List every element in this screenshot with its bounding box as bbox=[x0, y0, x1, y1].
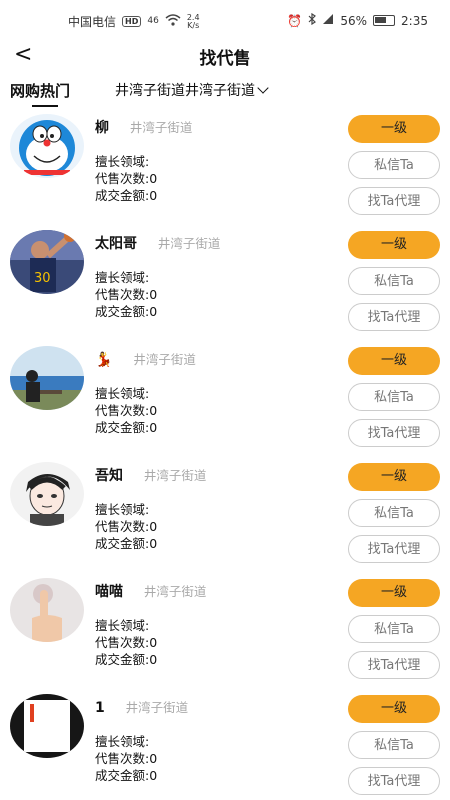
avatar[interactable] bbox=[10, 346, 84, 410]
agent-area: 井湾子街道 bbox=[125, 700, 189, 715]
agent-name: 💃 bbox=[95, 352, 113, 368]
message-button[interactable]: 私信Ta bbox=[348, 151, 440, 179]
avatar[interactable] bbox=[10, 114, 84, 178]
agent-card[interactable]: 💃 井湾子街道 擅长领域: 代售次数:0 成交金额:0 一级 私信Ta 找Ta代… bbox=[0, 340, 450, 456]
level-button[interactable]: 一级 bbox=[348, 579, 440, 607]
sales-count-row: 代售次数:0 bbox=[95, 171, 158, 186]
battery-icon bbox=[373, 15, 396, 26]
deal-amount-row: 成交金额:0 bbox=[95, 536, 158, 551]
carrier-label: 中国电信 bbox=[68, 15, 117, 29]
tab-hot-shopping[interactable]: 网购热门 bbox=[10, 80, 70, 101]
agent-name: 吾知 bbox=[95, 468, 123, 484]
filter-bar: 网购热门 井湾子街道井湾子街道 bbox=[0, 80, 450, 108]
level-button[interactable]: 一级 bbox=[348, 463, 440, 491]
expertise-label: 擅长领域: bbox=[95, 386, 150, 401]
find-agent-button[interactable]: 找Ta代理 bbox=[348, 651, 440, 679]
agent-area: 井湾子街道 bbox=[133, 352, 196, 367]
agent-card[interactable]: 30 太阳哥 井湾子街道 擅长领域: 代售次数:0 成交金额:0 一级 私信Ta… bbox=[0, 224, 450, 340]
status-bar: 中国电信 HD 46 2.4 K/s ⏰ 56% 2:35 bbox=[0, 0, 450, 40]
hd-icon: HD bbox=[122, 16, 142, 27]
message-button[interactable]: 私信Ta bbox=[348, 383, 440, 411]
agent-card[interactable]: 吾知 井湾子街道 擅长领域: 代售次数:0 成交金额:0 一级 私信Ta 找Ta… bbox=[0, 456, 450, 572]
agent-area: 井湾子街道 bbox=[129, 120, 193, 135]
message-button[interactable]: 私信Ta bbox=[348, 267, 440, 295]
clock: 2:35 bbox=[401, 13, 428, 28]
deal-amount-row: 成交金额:0 bbox=[95, 420, 158, 435]
find-agent-button[interactable]: 找Ta代理 bbox=[348, 535, 440, 563]
agent-name-row: 💃 井湾子街道 bbox=[95, 349, 196, 368]
agent-card[interactable]: 喵喵 井湾子街道 擅长领域: 代售次数:0 成交金额:0 一级 私信Ta 找Ta… bbox=[0, 572, 450, 688]
sales-count-row: 代售次数:0 bbox=[95, 635, 158, 650]
deal-amount-row: 成交金额:0 bbox=[95, 188, 158, 203]
tab-indicator bbox=[32, 105, 58, 107]
deal-amount-row: 成交金额:0 bbox=[95, 304, 158, 319]
agent-area: 井湾子街道 bbox=[143, 468, 207, 483]
expertise-label: 擅长领域: bbox=[95, 154, 150, 169]
location-selector[interactable]: 井湾子街道井湾子街道 bbox=[115, 80, 269, 100]
find-agent-button[interactable]: 找Ta代理 bbox=[348, 187, 440, 215]
agent-area: 井湾子街道 bbox=[143, 584, 207, 599]
find-agent-button[interactable]: 找Ta代理 bbox=[348, 303, 440, 331]
avatar[interactable] bbox=[10, 578, 84, 642]
wifi-icon bbox=[165, 14, 181, 29]
find-agent-button[interactable]: 找Ta代理 bbox=[348, 767, 440, 795]
agent-stats: 擅长领域: 代售次数:0 成交金额:0 bbox=[95, 153, 157, 204]
page-title: 找代售 bbox=[199, 49, 251, 69]
deal-amount-row: 成交金额:0 bbox=[95, 652, 158, 667]
expertise-label: 擅长领域: bbox=[95, 502, 150, 517]
agent-name: 喵喵 bbox=[95, 584, 123, 600]
agent-name: 1 bbox=[95, 700, 105, 716]
agent-card[interactable]: 1 井湾子街道 擅长领域: 代售次数:0 成交金额:0 一级 私信Ta 找Ta代… bbox=[0, 688, 450, 800]
message-button[interactable]: 私信Ta bbox=[348, 731, 440, 759]
location-label: 井湾子街道井湾子街道 bbox=[115, 83, 255, 99]
agent-name-row: 柳 井湾子街道 bbox=[95, 117, 192, 137]
agent-stats: 擅长领域: 代售次数:0 成交金额:0 bbox=[95, 617, 157, 668]
agent-name-row: 太阳哥 井湾子街道 bbox=[95, 233, 220, 253]
level-button[interactable]: 一级 bbox=[348, 695, 440, 723]
agent-stats: 擅长领域: 代售次数:0 成交金额:0 bbox=[95, 269, 157, 320]
level-button[interactable]: 一级 bbox=[348, 231, 440, 259]
agent-stats: 擅长领域: 代售次数:0 成交金额:0 bbox=[95, 501, 157, 552]
signal-bars-icon bbox=[322, 13, 334, 28]
chevron-down-icon bbox=[257, 82, 269, 94]
avatar[interactable] bbox=[10, 694, 84, 758]
network-speed: 2.4 K/s bbox=[186, 12, 200, 30]
expertise-label: 擅长领域: bbox=[95, 734, 150, 749]
agent-list: 柳 井湾子街道 擅长领域: 代售次数:0 成交金额:0 一级 私信Ta 找Ta代… bbox=[0, 108, 450, 800]
find-agent-button[interactable]: 找Ta代理 bbox=[348, 419, 440, 447]
sales-count-row: 代售次数:0 bbox=[95, 519, 158, 534]
svg-text:30: 30 bbox=[34, 271, 51, 286]
agent-stats: 擅长领域: 代售次数:0 成交金额:0 bbox=[95, 385, 157, 436]
agent-name: 太阳哥 bbox=[95, 236, 137, 252]
level-button[interactable]: 一级 bbox=[348, 347, 440, 375]
bluetooth-icon bbox=[308, 12, 317, 28]
sales-count-row: 代售次数:0 bbox=[95, 403, 158, 418]
avatar[interactable] bbox=[10, 462, 84, 526]
alarm-icon: ⏰ bbox=[287, 13, 303, 28]
level-button[interactable]: 一级 bbox=[348, 115, 440, 143]
agent-name-row: 1 井湾子街道 bbox=[95, 697, 188, 716]
battery-percent: 56% bbox=[340, 13, 368, 28]
agent-name: 柳 bbox=[95, 120, 109, 136]
message-button[interactable]: 私信Ta bbox=[348, 499, 440, 527]
agent-card[interactable]: 柳 井湾子街道 擅长领域: 代售次数:0 成交金额:0 一级 私信Ta 找Ta代… bbox=[0, 108, 450, 224]
sales-count-row: 代售次数:0 bbox=[95, 287, 158, 302]
sales-count-row: 代售次数:0 bbox=[95, 751, 158, 766]
avatar[interactable]: 30 bbox=[10, 230, 84, 294]
deal-amount-row: 成交金额:0 bbox=[95, 768, 158, 783]
agent-stats: 擅长领域: 代售次数:0 成交金额:0 bbox=[95, 733, 157, 784]
expertise-label: 擅长领域: bbox=[95, 618, 150, 633]
nav-header: < 找代售 bbox=[0, 40, 450, 74]
agent-name-row: 喵喵 井湾子街道 bbox=[95, 581, 206, 601]
agent-name-row: 吾知 井湾子街道 bbox=[95, 465, 206, 485]
signal-icon: 46 bbox=[147, 16, 159, 26]
agent-area: 井湾子街道 bbox=[157, 236, 221, 251]
expertise-label: 擅长领域: bbox=[95, 270, 150, 285]
message-button[interactable]: 私信Ta bbox=[348, 615, 440, 643]
